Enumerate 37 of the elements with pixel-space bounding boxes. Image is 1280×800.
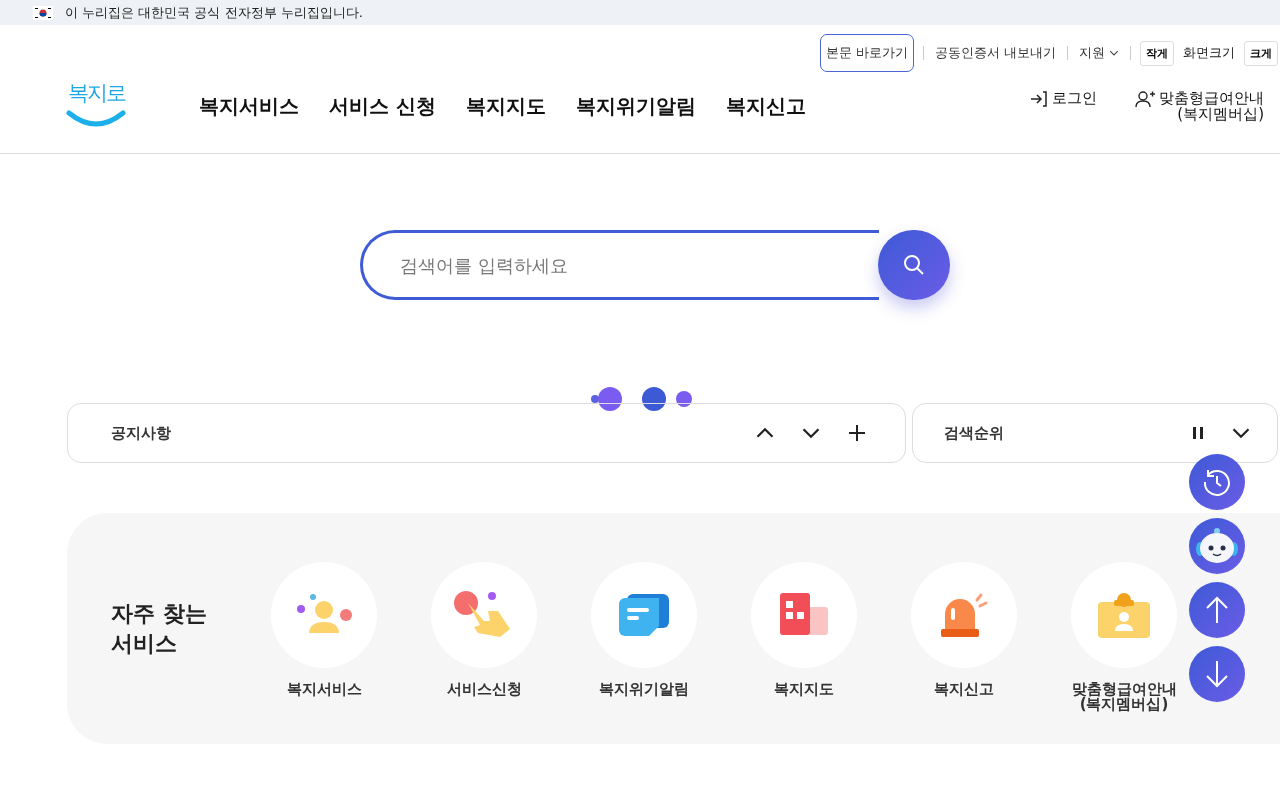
nav-menu-item[interactable]: 복지위기알림 [575, 92, 696, 120]
font-larger-button[interactable]: 크게 [1244, 40, 1278, 66]
building-icon [780, 592, 828, 637]
font-smaller-button[interactable]: 작게 [1140, 40, 1174, 66]
login-icon [1030, 89, 1048, 108]
korean-flag-icon [33, 5, 53, 20]
search-button[interactable] [878, 230, 950, 300]
nav-menu-item[interactable]: 복지신고 [725, 92, 806, 120]
search-ranking-title: 검색순위 [944, 423, 1004, 443]
id-card-icon [1098, 591, 1150, 638]
login-link[interactable]: 로그인 [1030, 89, 1097, 108]
recent-history-button[interactable] [1189, 454, 1245, 510]
font-size-label: 화면크기 [1183, 44, 1235, 62]
chevron-down-icon [1109, 48, 1119, 58]
section-title: 자주 찾는 서비스 [111, 599, 208, 658]
arrow-up-icon [1205, 596, 1229, 624]
membership-link[interactable]: 맞춤형급여안내 (복지멤버십) [1135, 89, 1264, 123]
pause-icon [1191, 426, 1205, 440]
loading-dots-icon [590, 385, 694, 413]
siren-icon [939, 591, 989, 638]
nav-menu-item[interactable]: 서비스 신청 [329, 92, 436, 120]
arrow-down-icon [1205, 660, 1229, 688]
nav-menu-item[interactable]: 복지서비스 [199, 92, 299, 120]
government-site-notice: 이 누리집은 대한민국 공식 전자정부 누리집입니다. [65, 3, 363, 22]
message-icon [619, 593, 669, 636]
utility-link[interactable]: 공동인증서 내보내기 [932, 35, 1058, 71]
robot-mascot-icon [1195, 526, 1239, 566]
utility-link[interactable]: 본문 바로가기 [819, 34, 914, 72]
more-button[interactable] [847, 423, 867, 443]
plus-icon [847, 423, 867, 443]
search-field[interactable]: 검색어를 입력하세요 [360, 230, 880, 300]
support-dropdown[interactable]: 지원 [1077, 35, 1121, 71]
notice-title: 공지사항 [111, 423, 171, 443]
add-user-icon [1135, 89, 1155, 108]
nav-menu-item[interactable]: 복지지도 [465, 92, 546, 120]
pause-button[interactable] [1191, 426, 1205, 440]
history-icon [1202, 467, 1232, 497]
